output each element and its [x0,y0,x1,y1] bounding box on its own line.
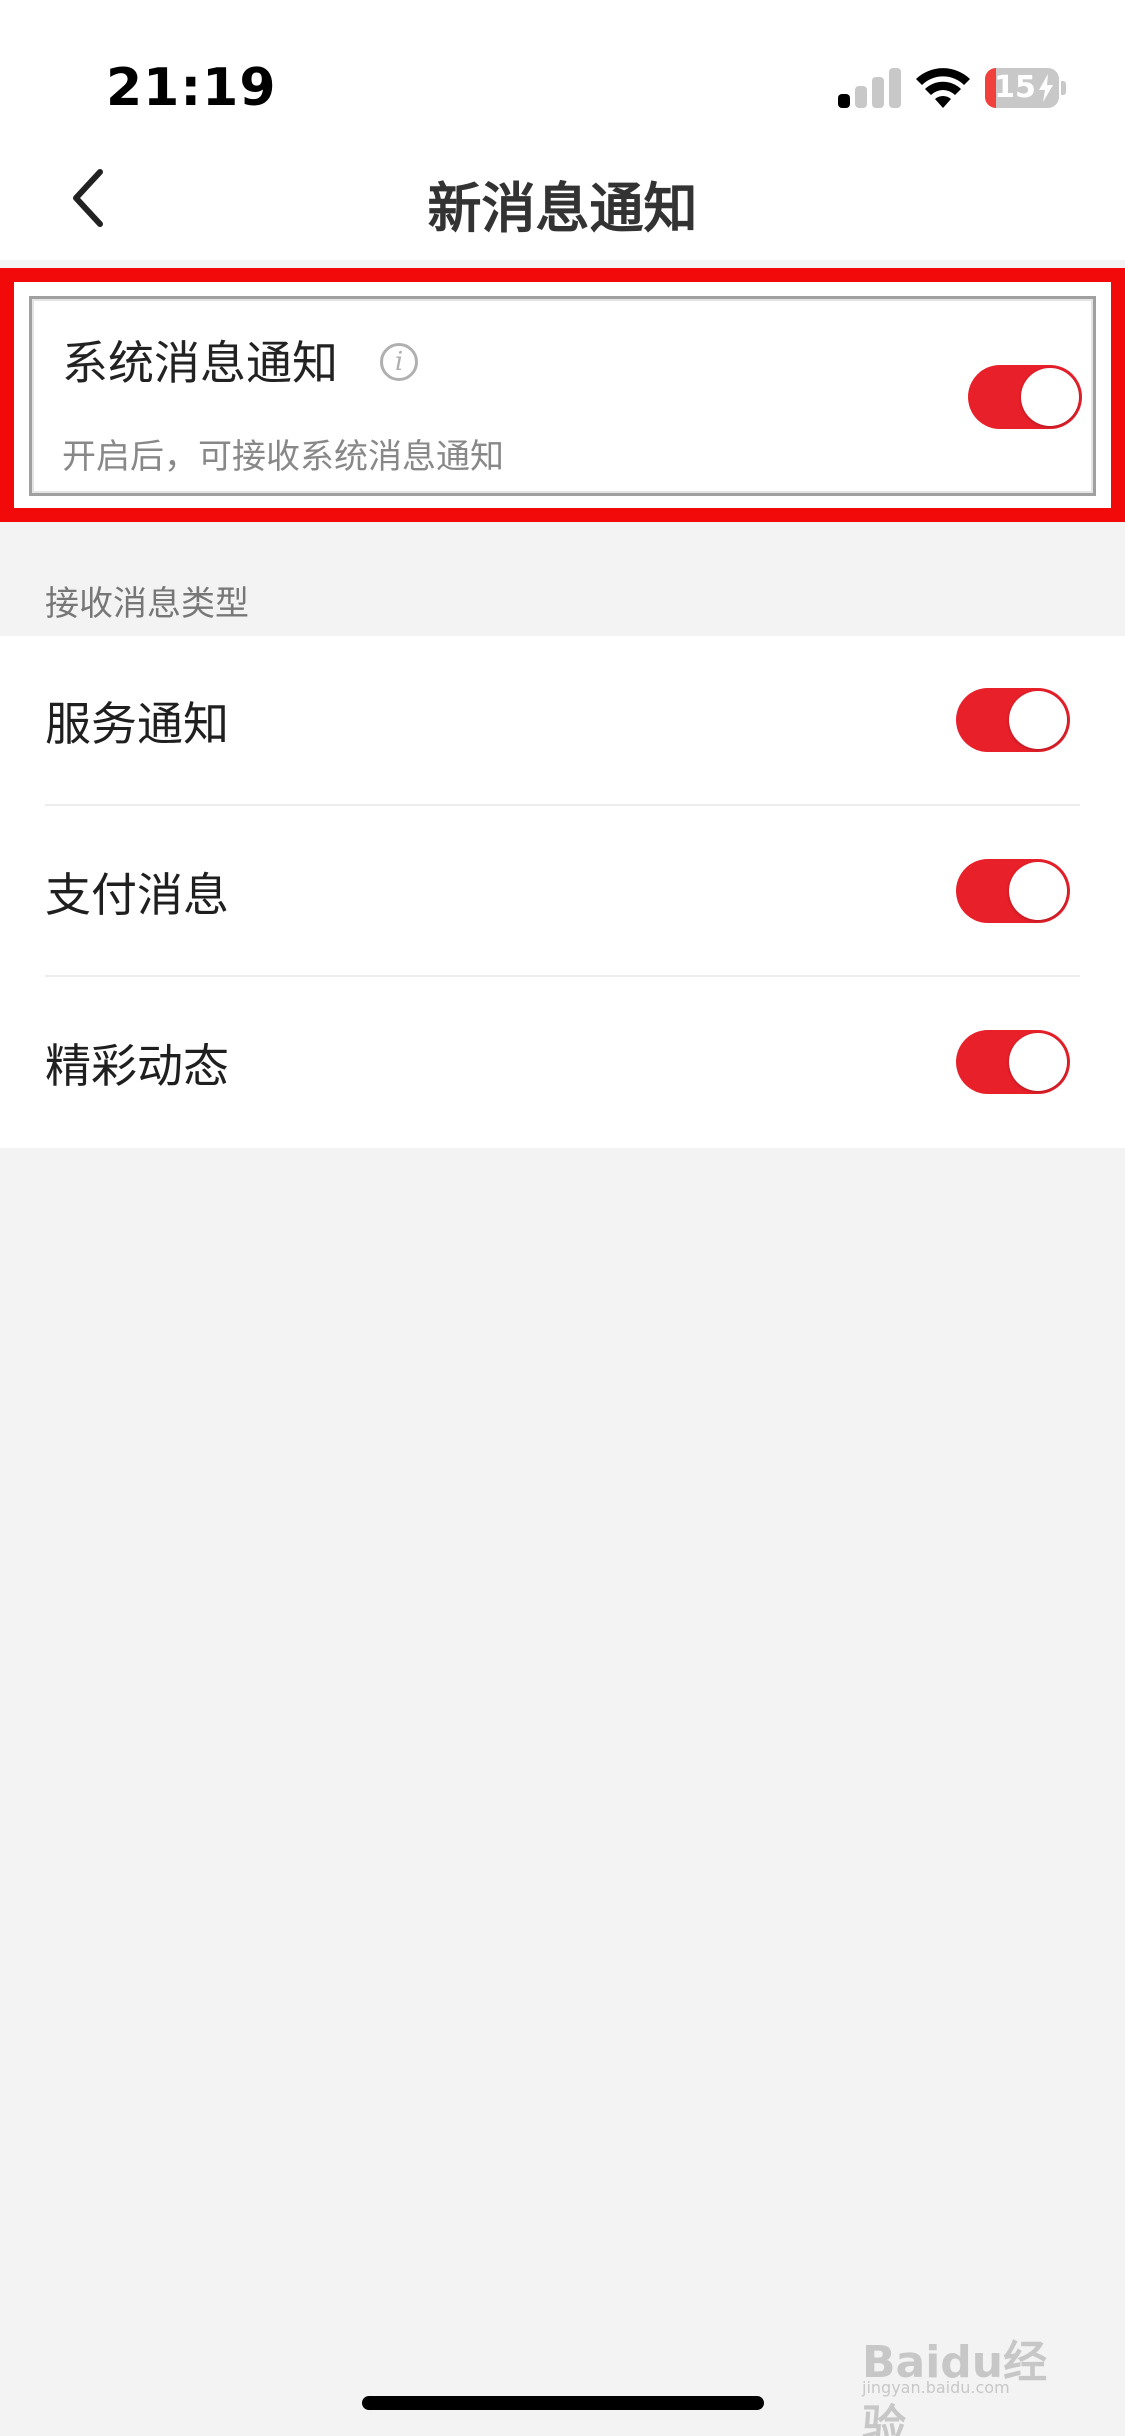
payment-toggle[interactable] [956,859,1070,923]
toggle-knob [1009,862,1067,920]
system-notice-card: 系统消息通知 i 开启后，可接收系统消息通知 [29,296,1096,496]
battery-percent: 15 [994,70,1036,105]
list-item-payment: 支付消息 [0,807,1125,977]
toggle-knob [1009,691,1067,749]
highlights-toggle[interactable] [956,1030,1070,1094]
signal-icon [838,66,901,108]
list-item-label: 精彩动态 [45,1039,229,1093]
info-icon[interactable]: i [380,343,418,381]
system-notice-description: 开启后，可接收系统消息通知 [62,437,504,477]
baidu-watermark: Baidu经验 jingyan.baidu.com [862,2318,1072,2436]
toggle-knob [1021,368,1079,426]
list-item-label: 服务通知 [45,697,229,751]
toggle-knob [1009,1033,1067,1091]
list-item-highlights: 精彩动态 [0,978,1125,1148]
system-notice-title: 系统消息通知 [62,336,338,390]
screen: 21:19 15 新消息通知 系统消息通知 i 开启后，可接收系统消息通知 接收… [0,0,1125,2436]
nav-bar: 新消息通知 [0,150,1125,260]
page-title: 新消息通知 [427,177,698,240]
charging-bolt-icon [1039,74,1053,102]
status-time: 21:19 [106,58,277,118]
section-label: 接收消息类型 [45,584,249,624]
battery-icon: 15 [985,68,1066,108]
list-item-service: 服务通知 [0,636,1125,806]
service-toggle[interactable] [956,688,1070,752]
highlight-frame: 系统消息通知 i 开启后，可接收系统消息通知 [0,268,1125,522]
watermark-url: jingyan.baidu.com [862,2378,1010,2397]
divider [45,804,1080,806]
message-type-list: 服务通知 支付消息 精彩动态 [0,636,1125,1148]
system-notice-toggle[interactable] [968,365,1082,429]
wifi-icon [916,68,970,108]
status-bar: 21:19 15 [0,0,1125,150]
home-indicator[interactable] [362,2396,764,2410]
list-item-label: 支付消息 [45,868,229,922]
divider [45,975,1080,977]
